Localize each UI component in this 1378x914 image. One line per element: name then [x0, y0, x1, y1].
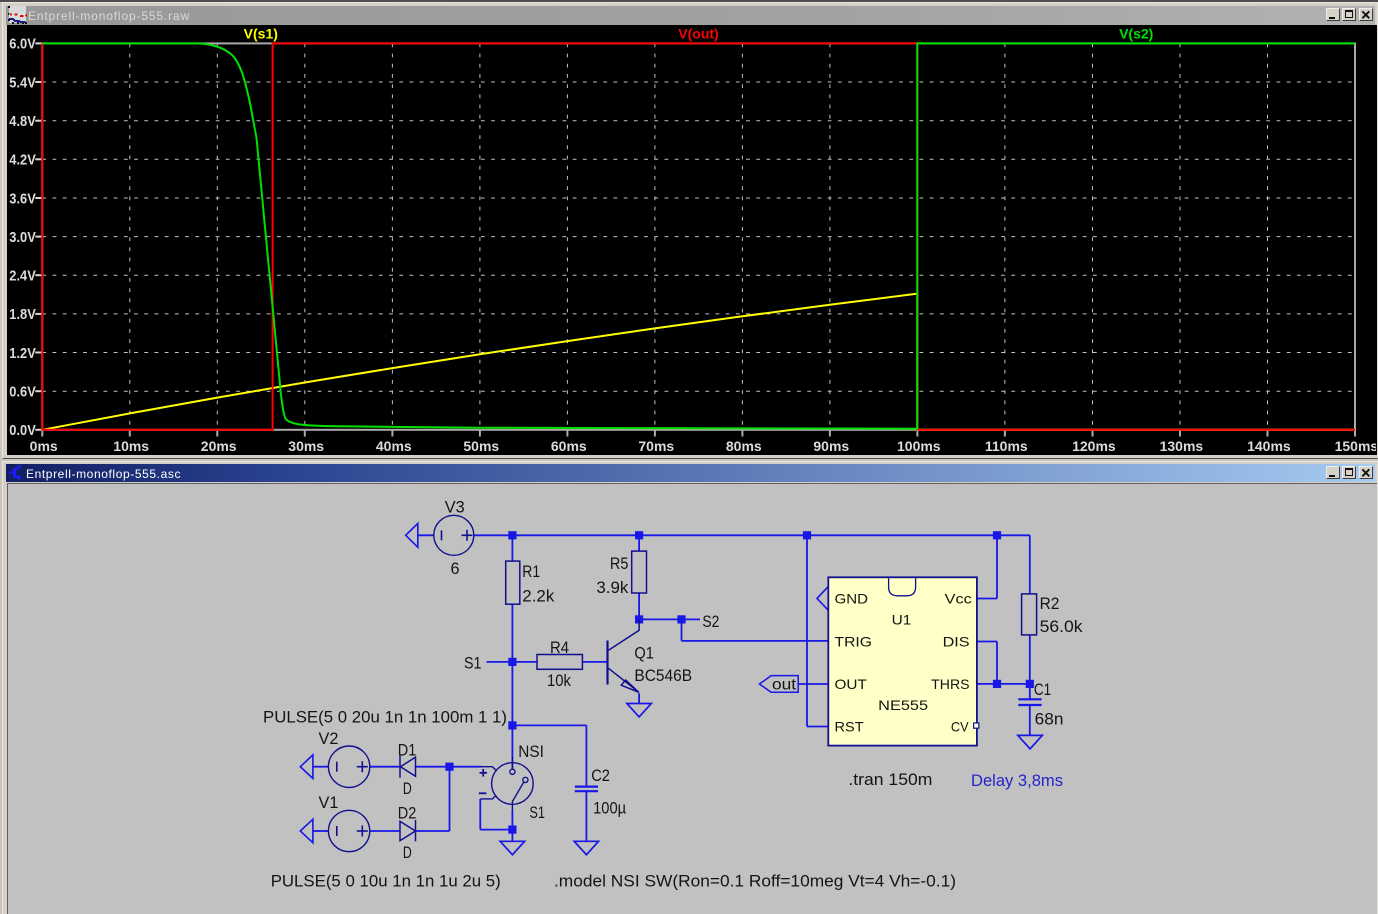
svg-text:D1: D1 — [398, 741, 417, 760]
svg-text:GND: GND — [835, 591, 869, 607]
svg-text:OUT: OUT — [835, 676, 868, 692]
svg-text:2.4V: 2.4V — [9, 268, 36, 285]
svg-text:V(s2): V(s2) — [1119, 26, 1153, 41]
svg-text:70ms: 70ms — [638, 438, 674, 454]
svg-text:0.6V: 0.6V — [9, 384, 36, 401]
svg-text:100ms: 100ms — [897, 438, 941, 454]
svg-text:6.0V: 6.0V — [9, 36, 36, 53]
svg-text:0ms: 0ms — [30, 438, 58, 454]
svg-text:TRIG: TRIG — [835, 634, 873, 650]
svg-text:.model NSI SW(Ron=0.1 Roff=10m: .model NSI SW(Ron=0.1 Roff=10meg Vt=4 Vh… — [554, 871, 956, 890]
svg-text:RST: RST — [835, 719, 865, 735]
svg-text:V1: V1 — [319, 793, 339, 812]
svg-text:C1: C1 — [1034, 680, 1051, 699]
svg-text:C2: C2 — [591, 766, 610, 785]
svg-text:0.0V: 0.0V — [9, 422, 36, 439]
svg-text:1.2V: 1.2V — [9, 345, 36, 362]
svg-text:.tran 150m: .tran 150m — [848, 770, 932, 789]
svg-text:10k: 10k — [547, 671, 571, 690]
svg-text:10ms: 10ms — [113, 438, 149, 454]
svg-text:PULSE(5 0 10u 1n 1n 1u 2u 5): PULSE(5 0 10u 1n 1n 1u 2u 5) — [271, 871, 501, 890]
svg-text:R1: R1 — [522, 562, 540, 581]
svg-text:V(out): V(out) — [678, 26, 718, 41]
svg-text:130ms: 130ms — [1160, 438, 1204, 454]
svg-text:DIS: DIS — [943, 634, 970, 650]
svg-text:D: D — [403, 843, 412, 862]
svg-text:Vcc: Vcc — [945, 591, 972, 607]
svg-text:NE555: NE555 — [878, 697, 928, 713]
svg-text:V(s1): V(s1) — [244, 26, 278, 41]
svg-text:V2: V2 — [319, 729, 339, 748]
svg-text:3.9k: 3.9k — [596, 578, 628, 597]
svg-text:Delay 3,8ms: Delay 3,8ms — [971, 771, 1063, 790]
svg-text:150ms: 150ms — [1335, 438, 1376, 454]
svg-text:20ms: 20ms — [201, 438, 237, 454]
svg-text:S1: S1 — [464, 654, 482, 673]
svg-text:THRS: THRS — [931, 676, 969, 692]
svg-text:2.2k: 2.2k — [522, 586, 554, 605]
svg-text:R5: R5 — [610, 554, 629, 573]
svg-text:U1: U1 — [892, 612, 912, 628]
svg-text:90ms: 90ms — [813, 438, 849, 454]
svg-text:CV: CV — [951, 719, 969, 735]
svg-text:R2: R2 — [1040, 594, 1060, 613]
svg-text:1.8V: 1.8V — [9, 306, 36, 323]
svg-text:56.0k: 56.0k — [1040, 617, 1084, 636]
svg-text:120ms: 120ms — [1072, 438, 1116, 454]
svg-text:S1: S1 — [529, 803, 545, 822]
svg-text:4.8V: 4.8V — [9, 113, 36, 130]
svg-text:PULSE(5 0 20u 1n 1n 100m 1 1): PULSE(5 0 20u 1n 1n 100m 1 1) — [263, 707, 507, 726]
svg-text:D2: D2 — [398, 804, 417, 823]
svg-text:100µ: 100µ — [593, 799, 626, 818]
svg-text:140ms: 140ms — [1247, 438, 1291, 454]
svg-text:6: 6 — [451, 559, 460, 578]
svg-text:3.0V: 3.0V — [9, 229, 36, 246]
svg-text:BC546B: BC546B — [634, 666, 692, 685]
svg-text:68n: 68n — [1035, 709, 1064, 728]
svg-text:Q1: Q1 — [634, 644, 654, 663]
svg-text:D: D — [403, 779, 412, 798]
svg-text:50ms: 50ms — [463, 438, 499, 454]
svg-text:40ms: 40ms — [376, 438, 412, 454]
svg-text:R4: R4 — [550, 638, 569, 657]
svg-text:3.6V: 3.6V — [9, 190, 36, 207]
svg-text:S2: S2 — [702, 612, 719, 631]
svg-text:80ms: 80ms — [726, 438, 762, 454]
svg-text:V3: V3 — [445, 498, 465, 517]
svg-text:30ms: 30ms — [288, 438, 324, 454]
svg-text:4.2V: 4.2V — [9, 152, 36, 169]
svg-text:110ms: 110ms — [985, 438, 1028, 454]
svg-text:5.4V: 5.4V — [9, 74, 36, 91]
svg-text:out: out — [772, 677, 797, 694]
svg-text:60ms: 60ms — [551, 438, 587, 454]
svg-text:NSI: NSI — [518, 742, 544, 761]
